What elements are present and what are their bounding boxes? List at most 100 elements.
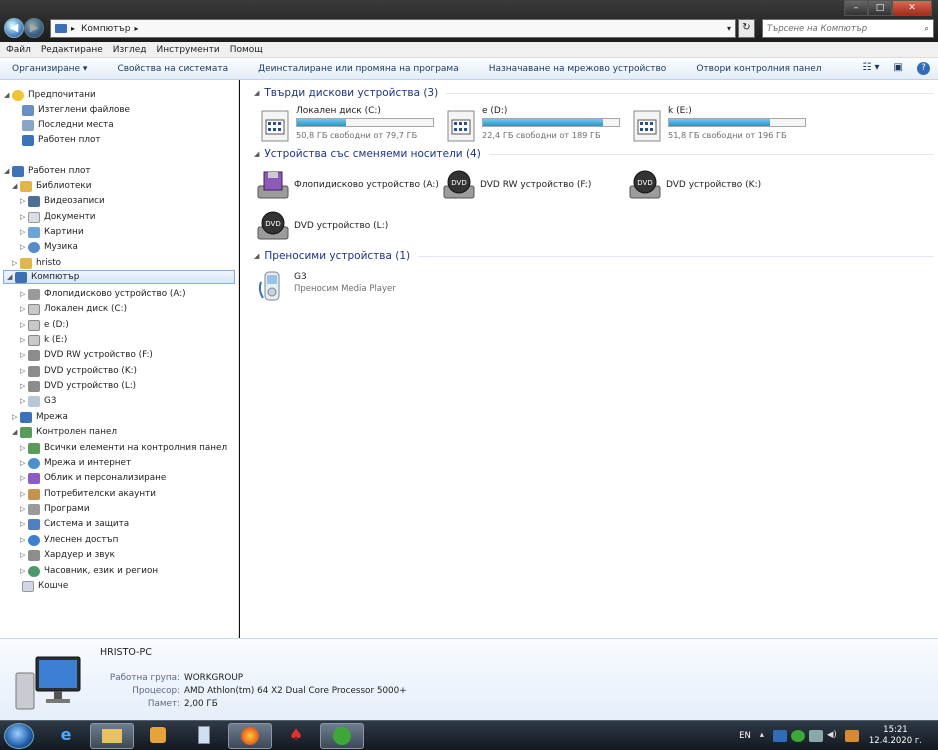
- media-player-icon[interactable]: [136, 723, 180, 749]
- poker-icon[interactable]: ♠: [274, 723, 318, 749]
- collapse-arrow-icon[interactable]: ▷: [20, 551, 28, 559]
- internet-explorer-icon[interactable]: e: [44, 723, 88, 749]
- collapse-arrow-icon[interactable]: ▷: [20, 505, 28, 513]
- security-shield-icon[interactable]: [772, 730, 787, 742]
- change-view-icon[interactable]: ☷ ▾: [862, 62, 879, 75]
- drive-e[interactable]: k (E:) 51,8 ГБ свободни от 196 ГБ: [632, 106, 812, 146]
- nav-cp-all[interactable]: ▷ Всички елементи на контролния панел: [20, 441, 227, 455]
- menu-tools[interactable]: Инструменти: [157, 45, 220, 55]
- nav-desktop-fav[interactable]: Работен плот: [22, 133, 100, 147]
- drive-c[interactable]: Локален диск (C:) 50,8 ГБ свободни от 79…: [260, 106, 440, 146]
- collapse-arrow-icon[interactable]: ▷: [20, 213, 28, 221]
- collapse-arrow-icon[interactable]: ▷: [20, 520, 28, 528]
- volume-icon[interactable]: ◀): [827, 730, 841, 742]
- device-dvd-f[interactable]: DVD DVD RW устройство (F:): [442, 168, 632, 204]
- search-input[interactable]: Търсене на Компютър ⌕: [762, 19, 934, 38]
- collapse-arrow-icon[interactable]: ▷: [20, 459, 28, 467]
- menu-file[interactable]: Файл: [6, 45, 31, 55]
- group-portable[interactable]: ◢ Преносими устройства (1): [254, 249, 934, 263]
- collapse-arrow-icon[interactable]: ▷: [20, 474, 28, 482]
- nav-cp-programs[interactable]: ▷ Програми: [20, 502, 90, 516]
- maximize-button[interactable]: □: [868, 0, 892, 16]
- collapse-arrow-icon[interactable]: ▷: [20, 305, 28, 313]
- collapse-arrow-icon[interactable]: ▷: [20, 243, 28, 251]
- nav-recent-places[interactable]: Последни места: [22, 118, 114, 132]
- start-button[interactable]: [4, 723, 34, 749]
- breadcrumb-computer[interactable]: Компютър: [81, 24, 130, 34]
- minimize-button[interactable]: –: [844, 0, 868, 16]
- nav-drive-a[interactable]: ▷ Флопидисково устройство (A:): [20, 287, 186, 301]
- group-hard-drives[interactable]: ◢ Твърди дискови устройства (3): [254, 86, 934, 100]
- nav-computer[interactable]: ◢ Компютър: [3, 270, 235, 284]
- nav-cp-users[interactable]: ▷ Потребителски акаунти: [20, 487, 156, 501]
- utorrent-icon[interactable]: [320, 723, 364, 749]
- group-removable[interactable]: ◢ Устройства със сменяеми носители (4): [254, 147, 934, 161]
- nav-documents[interactable]: ▷ Документи: [20, 210, 95, 224]
- preview-pane-icon[interactable]: ▣: [894, 62, 903, 75]
- nav-drive-e[interactable]: ▷ k (E:): [20, 333, 67, 347]
- collapse-arrow-icon[interactable]: ▷: [20, 321, 28, 329]
- utorrent-tray-icon[interactable]: [790, 730, 805, 742]
- nav-user[interactable]: ▷ hristo: [12, 256, 61, 270]
- nav-drive-f[interactable]: ▷ DVD RW устройство (F:): [20, 348, 153, 362]
- nav-network[interactable]: ▷ Мрежа: [12, 410, 68, 424]
- expand-arrow-icon[interactable]: ◢: [12, 428, 20, 436]
- address-bar[interactable]: ▸ Компютър ▸ ▾: [50, 19, 736, 38]
- expand-arrow-icon[interactable]: ◢: [254, 89, 259, 97]
- collapse-arrow-icon[interactable]: ▷: [12, 259, 20, 267]
- firefox-icon[interactable]: [228, 723, 272, 749]
- network-tray-icon[interactable]: [808, 730, 823, 742]
- nav-favorites[interactable]: ◢ Предпочитани: [4, 88, 96, 102]
- help-icon[interactable]: ?: [917, 62, 930, 75]
- nav-control-panel[interactable]: ◢ Контролен панел: [12, 425, 117, 439]
- collapse-arrow-icon[interactable]: ▷: [20, 567, 28, 575]
- nav-cp-hardware[interactable]: ▷ Хардуер и звук: [20, 548, 115, 562]
- uninstall-program-button[interactable]: Деинсталиране или промяна на програма: [258, 64, 459, 74]
- nav-drive-d[interactable]: ▷ e (D:): [20, 318, 69, 332]
- open-control-panel-button[interactable]: Отвори контролния панел: [696, 64, 821, 74]
- menu-edit[interactable]: Редактиране: [41, 45, 103, 55]
- menu-help[interactable]: Помощ: [230, 45, 263, 55]
- explorer-icon[interactable]: [90, 723, 134, 749]
- organize-button[interactable]: Организиране ▾: [12, 64, 87, 74]
- collapse-arrow-icon[interactable]: ▷: [20, 536, 28, 544]
- nav-cp-appearance[interactable]: ▷ Облик и персонализиране: [20, 471, 166, 485]
- collapse-arrow-icon[interactable]: ▷: [12, 413, 20, 421]
- nav-cp-network[interactable]: ▷ Мрежа и интернет: [20, 456, 131, 470]
- nav-desktop[interactable]: ◢ Работен плот: [4, 164, 90, 178]
- drive-d[interactable]: e (D:) 22,4 ГБ свободни от 189 ГБ: [446, 106, 626, 146]
- nav-cp-clock[interactable]: ▷ Часовник, език и регион: [20, 564, 158, 578]
- forward-button[interactable]: ▶: [24, 18, 44, 38]
- expand-arrow-icon[interactable]: ◢: [254, 150, 259, 158]
- expand-arrow-icon[interactable]: ◢: [12, 182, 20, 190]
- language-indicator[interactable]: EN: [739, 731, 751, 741]
- expand-arrow-icon[interactable]: ◢: [254, 252, 259, 260]
- refresh-button[interactable]: ↻: [738, 19, 755, 38]
- close-button[interactable]: ✕: [892, 0, 932, 16]
- collapse-arrow-icon[interactable]: ▷: [20, 490, 28, 498]
- nav-g3[interactable]: ▷ G3: [20, 394, 56, 408]
- chevron-right-icon[interactable]: ▸: [134, 24, 138, 33]
- chevron-right-icon[interactable]: ▸: [71, 24, 75, 33]
- menu-view[interactable]: Изглед: [113, 45, 147, 55]
- expand-tray-icon[interactable]: ▴: [755, 730, 769, 742]
- collapse-arrow-icon[interactable]: ▷: [20, 228, 28, 236]
- nav-libraries[interactable]: ◢ Библиотеки: [12, 179, 91, 193]
- device-dvd-l[interactable]: DVD DVD устройство (L:): [256, 209, 446, 245]
- collapse-arrow-icon[interactable]: ▷: [20, 197, 28, 205]
- nav-drive-c[interactable]: ▷ Локален диск (C:): [20, 302, 127, 316]
- nav-cp-ease[interactable]: ▷ Улеснен достъп: [20, 533, 118, 547]
- collapse-arrow-icon[interactable]: ▷: [20, 351, 28, 359]
- expand-arrow-icon[interactable]: ◢: [4, 167, 12, 175]
- device-floppy-a[interactable]: Флопидисково устройство (A:): [256, 168, 446, 204]
- expand-arrow-icon[interactable]: ◢: [4, 91, 12, 99]
- clock[interactable]: 15:21 12.4.2020 г.: [869, 725, 922, 747]
- chevron-down-icon[interactable]: ▾: [727, 24, 731, 33]
- map-network-drive-button[interactable]: Назначаване на мрежово устройство: [489, 64, 667, 74]
- nav-drive-l[interactable]: ▷ DVD устройство (L:): [20, 379, 136, 393]
- nav-videos[interactable]: ▷ Видеозаписи: [20, 194, 105, 208]
- nav-downloads[interactable]: Изтеглени файлове: [22, 103, 130, 117]
- collapse-arrow-icon[interactable]: ▷: [20, 336, 28, 344]
- back-button[interactable]: ◀: [4, 18, 24, 38]
- nav-music[interactable]: ▷ Музика: [20, 240, 78, 254]
